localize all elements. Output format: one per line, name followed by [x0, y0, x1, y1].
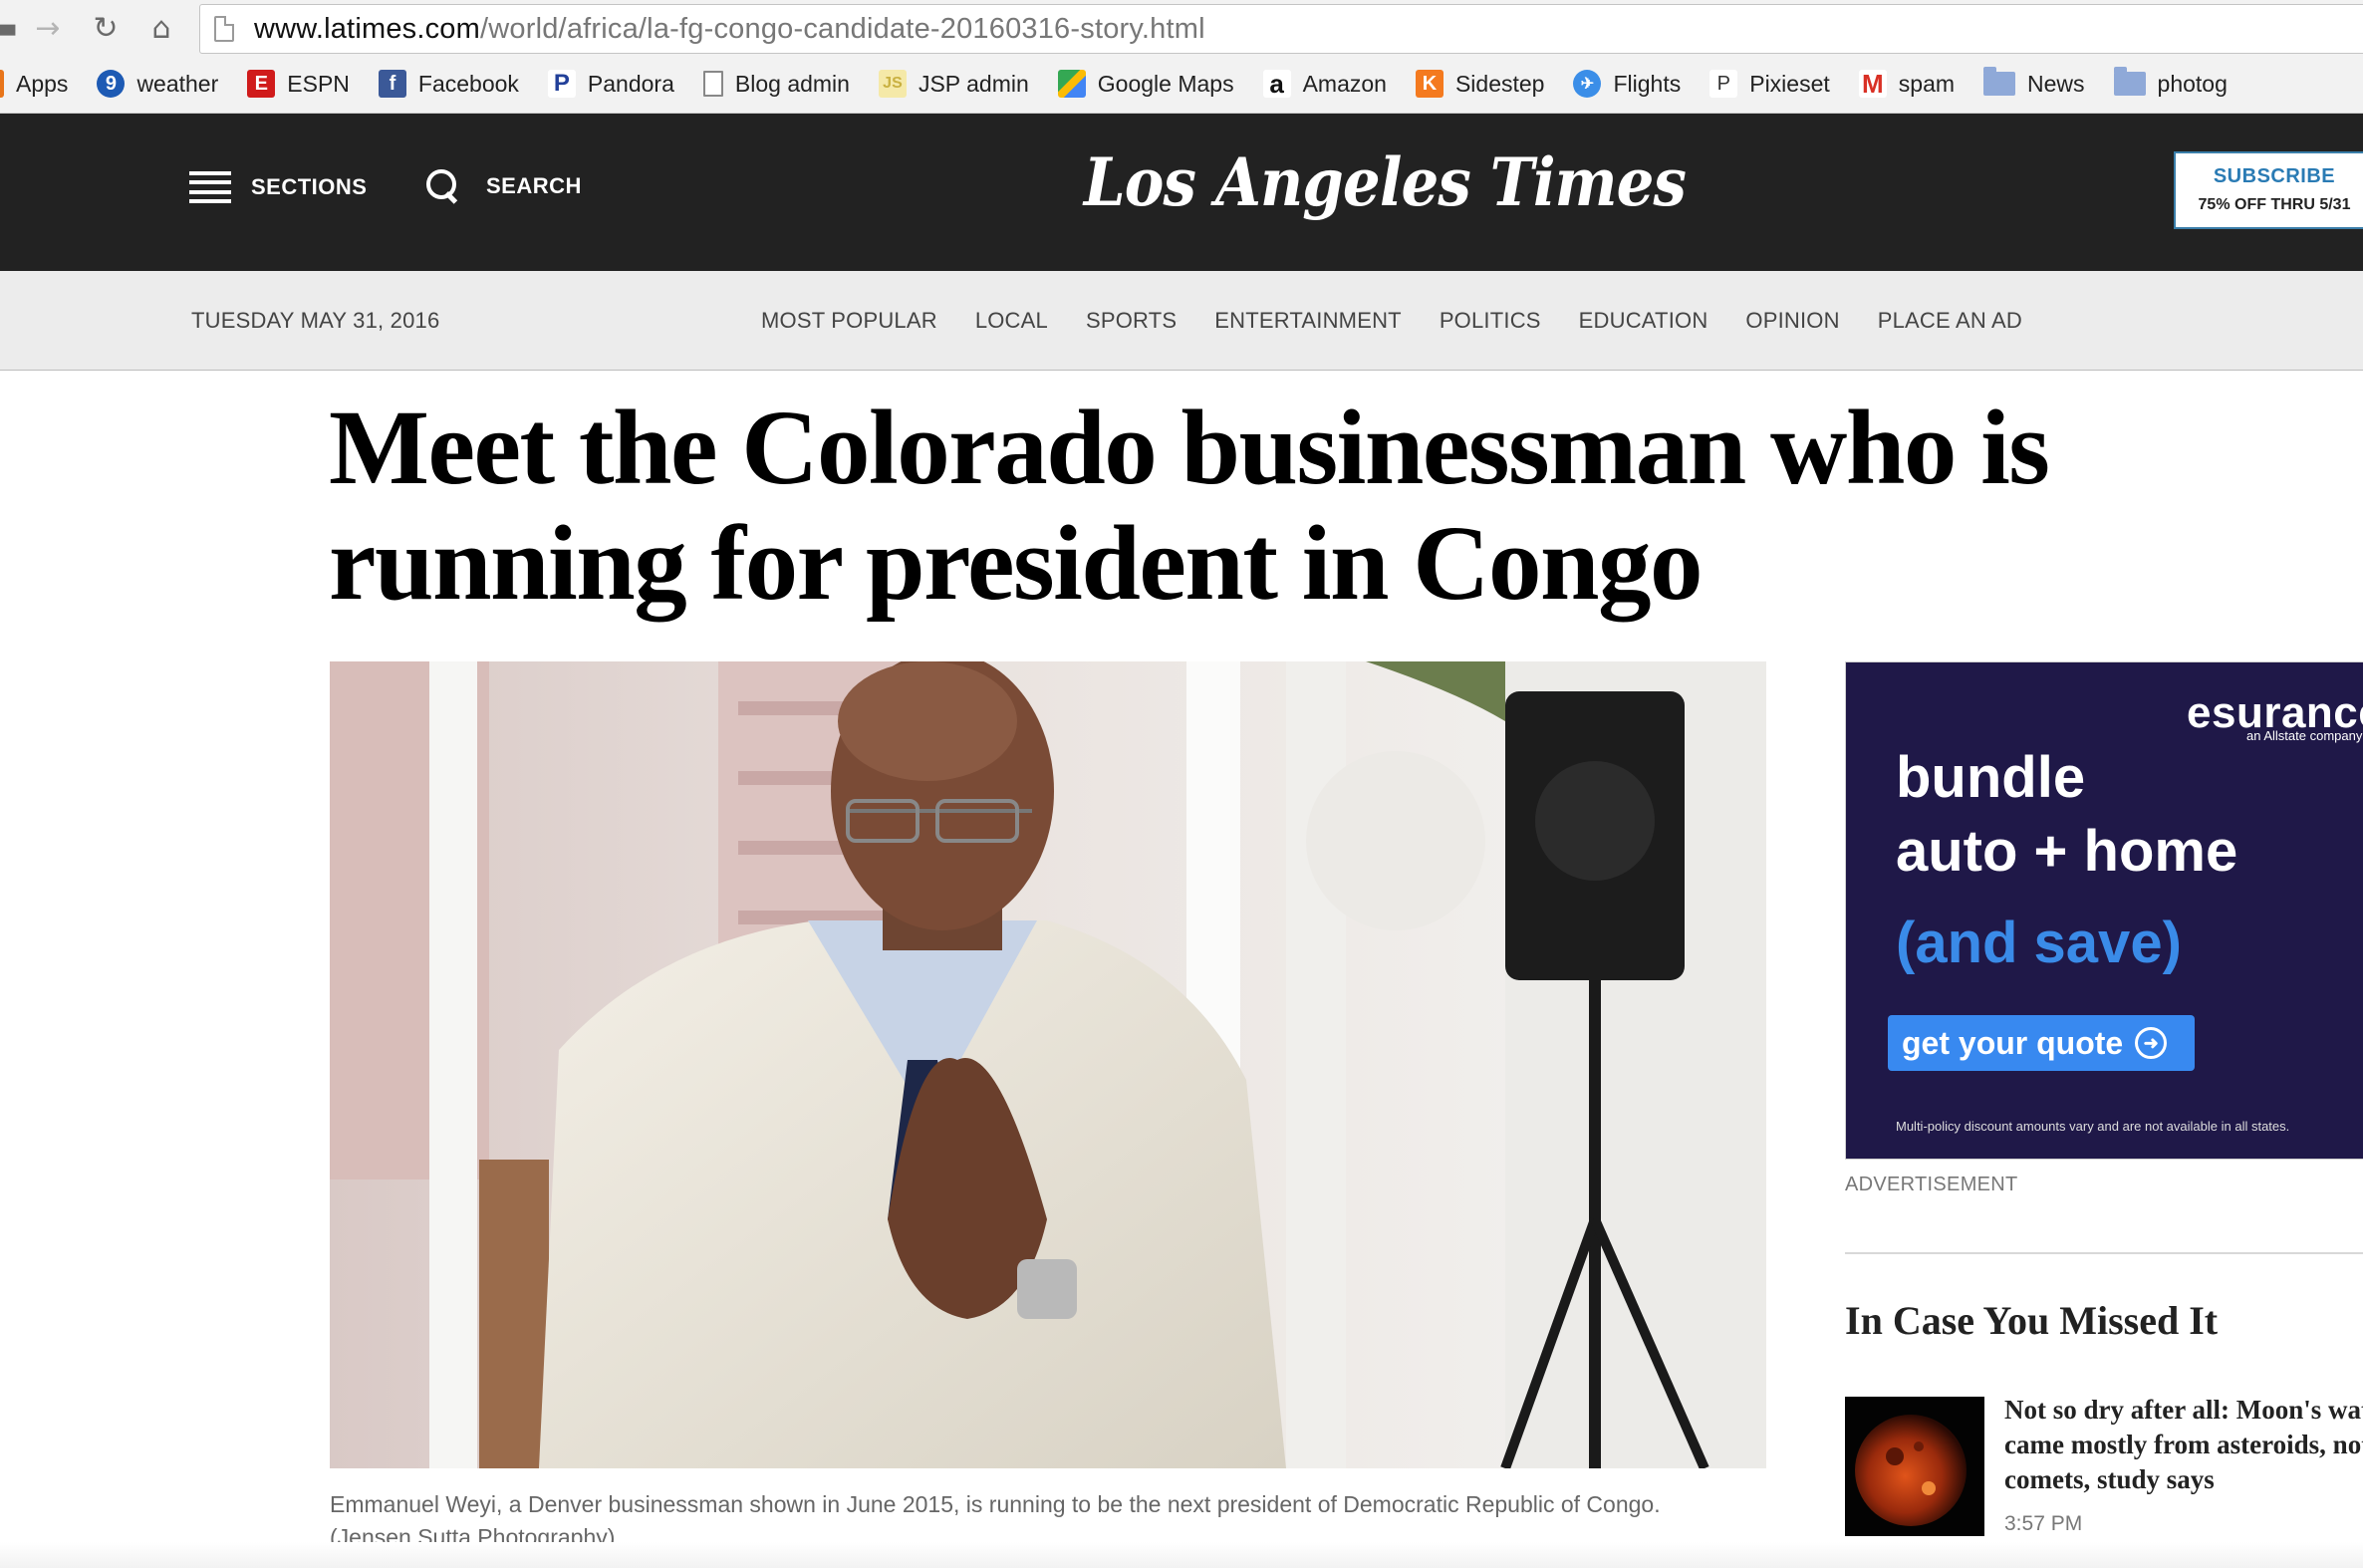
nav-link-most-popular[interactable]: MOST POPULAR: [761, 308, 937, 334]
search-label: SEARCH: [486, 173, 582, 198]
bookmark-label: JSP admin: [918, 70, 1029, 97]
facebook-icon: f: [378, 70, 406, 98]
google-maps-icon: [1057, 70, 1086, 98]
espn-icon: E: [247, 70, 276, 98]
bookmark-label: Sidestep: [1454, 70, 1545, 97]
flights-icon: ✈: [1573, 70, 1602, 98]
hamburger-icon: [189, 171, 231, 203]
bookmark-label: News: [2027, 70, 2085, 97]
site-header: SECTIONS SEARCH Los Angeles Times SUBSCR…: [0, 114, 2363, 271]
page-icon: [214, 16, 234, 42]
ad-headline-line2: auto + home: [1896, 819, 2238, 884]
bookmark-label: Amazon: [1302, 70, 1387, 97]
bookmark-label: ESPN: [287, 70, 350, 97]
story-timestamp: 3:57 PM: [2004, 1512, 2083, 1535]
bookmark-label: Apps: [16, 70, 69, 97]
bookmark-spam[interactable]: M spam: [1858, 69, 1956, 99]
bookmark-label: Blog admin: [734, 70, 850, 97]
ad-headline-line1: bundle: [1896, 745, 2086, 810]
url-host: www.latimes.com: [254, 12, 480, 45]
caption-text: Emmanuel Weyi, a Denver businessman show…: [330, 1491, 1661, 1517]
article-photo-illustration: [330, 661, 1766, 1468]
reload-button[interactable]: ↻: [86, 8, 126, 48]
nav-link-local[interactable]: LOCAL: [975, 308, 1048, 334]
ad-headline-line3: (and save): [1896, 911, 2182, 975]
story-thumbnail[interactable]: [1845, 1397, 1984, 1536]
ad-cta-label: get your quote: [1902, 1024, 2124, 1061]
sidestep-icon: K: [1415, 70, 1444, 98]
article-photo[interactable]: [330, 661, 1766, 1468]
nav-link-opinion[interactable]: OPINION: [1745, 308, 1839, 334]
bookmark-apps[interactable]: Apps: [0, 70, 68, 98]
bookmark-pandora[interactable]: P Pandora: [547, 70, 674, 98]
nav-link-politics[interactable]: POLITICS: [1440, 308, 1541, 334]
bookmark-label: Facebook: [417, 70, 519, 97]
browser-chrome: ▬ → ↻ ⌂ www.latimes.com/world/africa/la-…: [0, 0, 2363, 114]
esurance-ad[interactable]: esurance an Allstate company bundle auto…: [1845, 661, 2363, 1160]
sections-button[interactable]: SECTIONS: [189, 171, 367, 203]
bookmark-label: spam: [1898, 70, 1956, 97]
nav-links: MOST POPULAR LOCAL SPORTS ENTERTAINMENT …: [761, 308, 2060, 334]
article-headline: Meet the Colorado businessman who is run…: [329, 390, 2050, 623]
bookmark-flights[interactable]: ✈ Flights: [1573, 70, 1681, 98]
bookmark-label: photog: [2157, 70, 2228, 97]
moon-image: [1845, 1397, 1984, 1536]
nav-link-sports[interactable]: SPORTS: [1086, 308, 1177, 334]
address-bar[interactable]: www.latimes.com/world/africa/la-fg-congo…: [199, 4, 2363, 54]
subscribe-button[interactable]: SUBSCRIBE 75% OFF THRU 5/31: [2174, 151, 2363, 229]
forward-button[interactable]: →: [28, 8, 68, 48]
pandora-icon: P: [547, 70, 576, 98]
secondary-nav: TUESDAY MAY 31, 2016 MOST POPULAR LOCAL …: [0, 271, 2363, 371]
ad-fine-print: Multi-policy discount amounts vary and a…: [1896, 1119, 2290, 1134]
folder-icon: [2113, 67, 2146, 96]
rail-section-title: In Case You Missed It: [1845, 1298, 2219, 1343]
bottom-fade: [0, 1542, 2363, 1568]
bookmark-amazon[interactable]: a Amazon: [1262, 69, 1387, 99]
search-button[interactable]: SEARCH: [426, 169, 582, 203]
story-headline-link[interactable]: Not so dry after all: Moon's water came …: [2004, 1393, 2363, 1497]
bookmark-photog[interactable]: photog: [2113, 67, 2228, 98]
bookmark-weather[interactable]: 9 weather: [97, 70, 218, 98]
js-icon: JS: [878, 70, 907, 98]
apps-grid-icon: [0, 70, 4, 98]
bookmark-jsp-admin[interactable]: JS JSP admin: [878, 70, 1029, 98]
site-logo[interactable]: Los Angeles Times: [1062, 143, 1707, 221]
back-button[interactable]: ▬: [0, 8, 18, 48]
amazon-icon: a: [1262, 69, 1291, 99]
home-button[interactable]: ⌂: [141, 8, 181, 48]
bookmark-espn[interactable]: E ESPN: [247, 70, 350, 98]
bookmark-pixieset[interactable]: P Pixieset: [1709, 70, 1830, 98]
bookmark-facebook[interactable]: f Facebook: [378, 70, 519, 98]
url-text: www.latimes.com/world/africa/la-fg-congo…: [254, 13, 1205, 46]
arrow-right-icon: ➜: [2135, 1027, 2168, 1059]
bookmark-news[interactable]: News: [1983, 67, 2085, 98]
bookmark-label: weather: [136, 70, 219, 97]
bookmark-label: Pixieset: [1749, 70, 1830, 97]
bookmark-blog-admin[interactable]: Blog admin: [702, 70, 850, 98]
bookmark-google-maps[interactable]: Google Maps: [1057, 70, 1234, 98]
ad-quote-button[interactable]: get your quote ➜: [1888, 1015, 2195, 1071]
nav-link-entertainment[interactable]: ENTERTAINMENT: [1214, 308, 1402, 334]
bookmark-label: Google Maps: [1097, 70, 1234, 97]
folder-icon: [1983, 67, 2016, 96]
current-date: TUESDAY MAY 31, 2016: [191, 308, 440, 333]
advertisement-label: ADVERTISEMENT: [1845, 1174, 2018, 1195]
gmail-icon: M: [1858, 69, 1887, 99]
subscribe-label: SUBSCRIBE: [2213, 165, 2336, 187]
nav-link-place-an-ad[interactable]: PLACE AN AD: [1878, 308, 2022, 334]
url-path: /world/africa/la-fg-congo-candidate-2016…: [480, 12, 1205, 45]
bookmarks-bar: Apps 9 weather E ESPN f Facebook P Pando…: [0, 64, 2256, 104]
nav-link-education[interactable]: EDUCATION: [1579, 308, 1708, 334]
bookmark-sidestep[interactable]: K Sidestep: [1415, 70, 1545, 98]
page-icon: [702, 71, 723, 97]
pixieset-icon: P: [1709, 70, 1738, 98]
ad-brand-sub: an Allstate company: [2246, 728, 2363, 743]
rail-divider: [1845, 1252, 2363, 1254]
weather-9-icon: 9: [97, 70, 126, 98]
bookmark-label: Flights: [1613, 70, 1682, 97]
sections-label: SECTIONS: [251, 174, 368, 199]
bookmark-label: Pandora: [587, 70, 674, 97]
subscribe-offer: 75% OFF THRU 5/31: [2198, 196, 2351, 213]
search-icon: [426, 169, 460, 203]
